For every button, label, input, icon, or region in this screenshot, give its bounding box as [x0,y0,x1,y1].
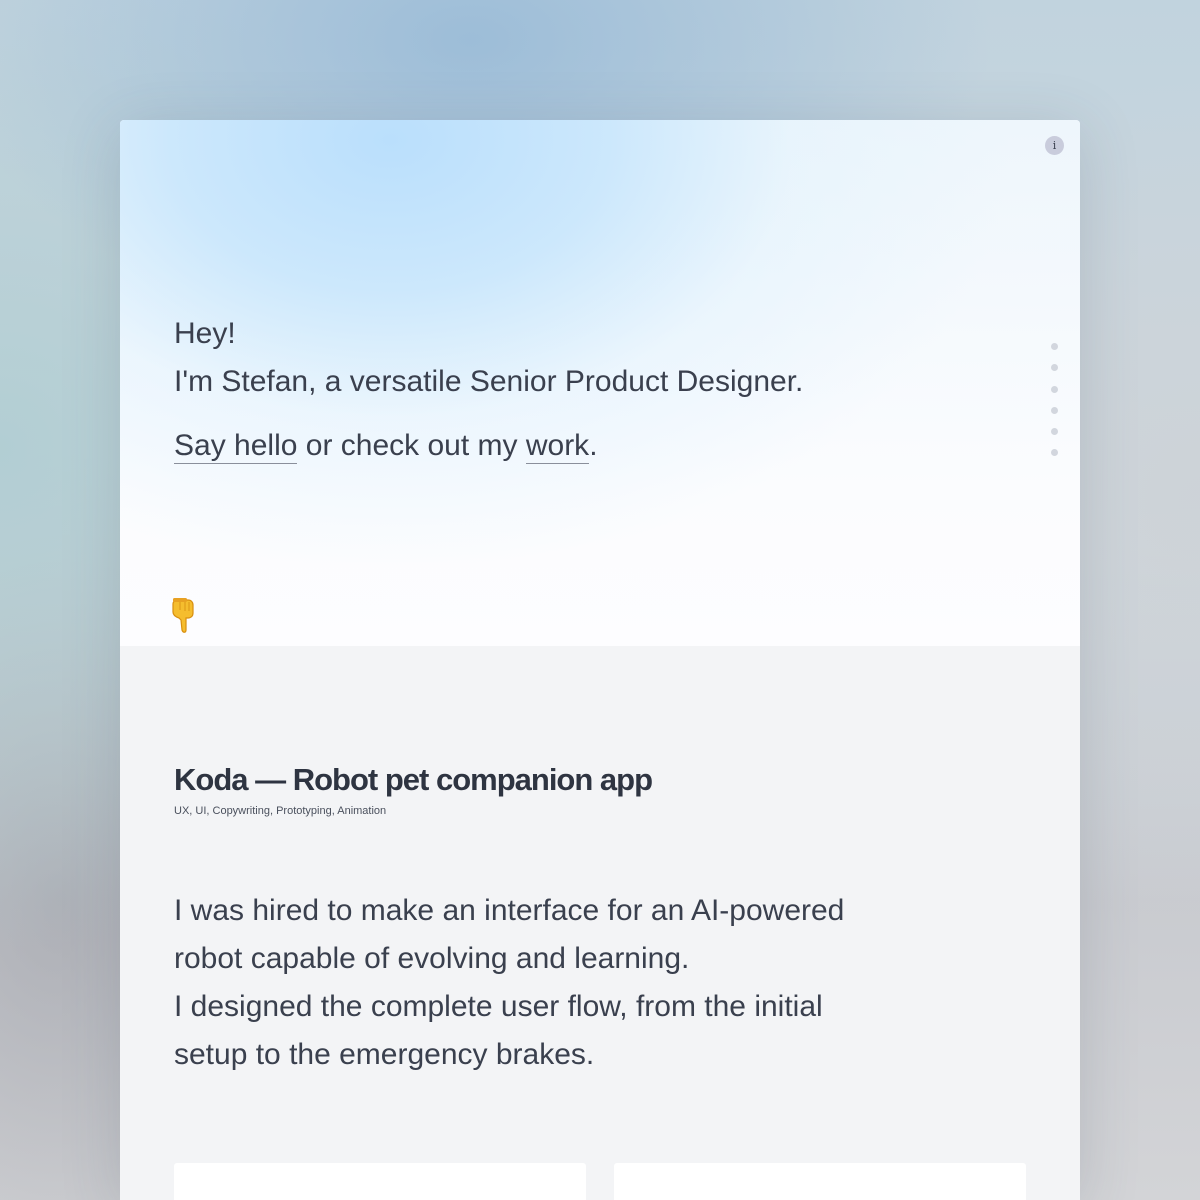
pointing-down-hand-icon[interactable] [170,598,198,634]
hero-intro: Hey! I'm Stefan, a versatile Senior Prod… [174,310,803,470]
nav-dot-2[interactable] [1051,364,1058,372]
description-line: I designed the complete user flow, from … [174,990,823,1023]
project-title[interactable]: Koda — Robot pet companion app [174,760,653,800]
nav-dot-4[interactable] [1051,406,1058,414]
intro-text: I'm Stefan, a versatile Senior Product D… [174,365,804,398]
project-header: Koda — Robot pet companion app UX, UI, C… [174,760,653,818]
project-image-card-left[interactable] [174,1163,586,1200]
info-button[interactable]: i [1045,136,1064,155]
nav-dot-5[interactable] [1051,428,1058,436]
project-image-card-right[interactable] [614,1163,1026,1200]
portfolio-card: i Hey! I'm Stefan, a versatile Senior Pr… [120,120,1080,1200]
nav-dot-1[interactable] [1051,343,1058,350]
cta-end-text: . [589,429,598,462]
project-tags: UX, UI, Copywriting, Prototyping, Animat… [174,805,387,817]
nav-dot-6[interactable] [1051,449,1058,457]
greeting-text: Hey! [174,317,236,350]
description-line: setup to the emergency brakes. [174,1038,595,1071]
info-icon: i [1052,139,1057,152]
call-to-action: Say hello or check out my work. [174,422,803,470]
description-line: I was hired to make an interface for an … [174,894,845,927]
hero-section: i Hey! I'm Stefan, a versatile Senior Pr… [120,120,1080,646]
project-description: I was hired to make an interface for an … [174,887,954,1079]
section-dot-nav [1051,343,1059,471]
nav-dot-3[interactable] [1051,385,1058,393]
description-line: robot capable of evolving and learning. [174,942,690,975]
work-link[interactable]: work [525,429,590,464]
say-hello-link[interactable]: Say hello [174,429,298,464]
cta-middle-text: or check out my [297,429,526,462]
